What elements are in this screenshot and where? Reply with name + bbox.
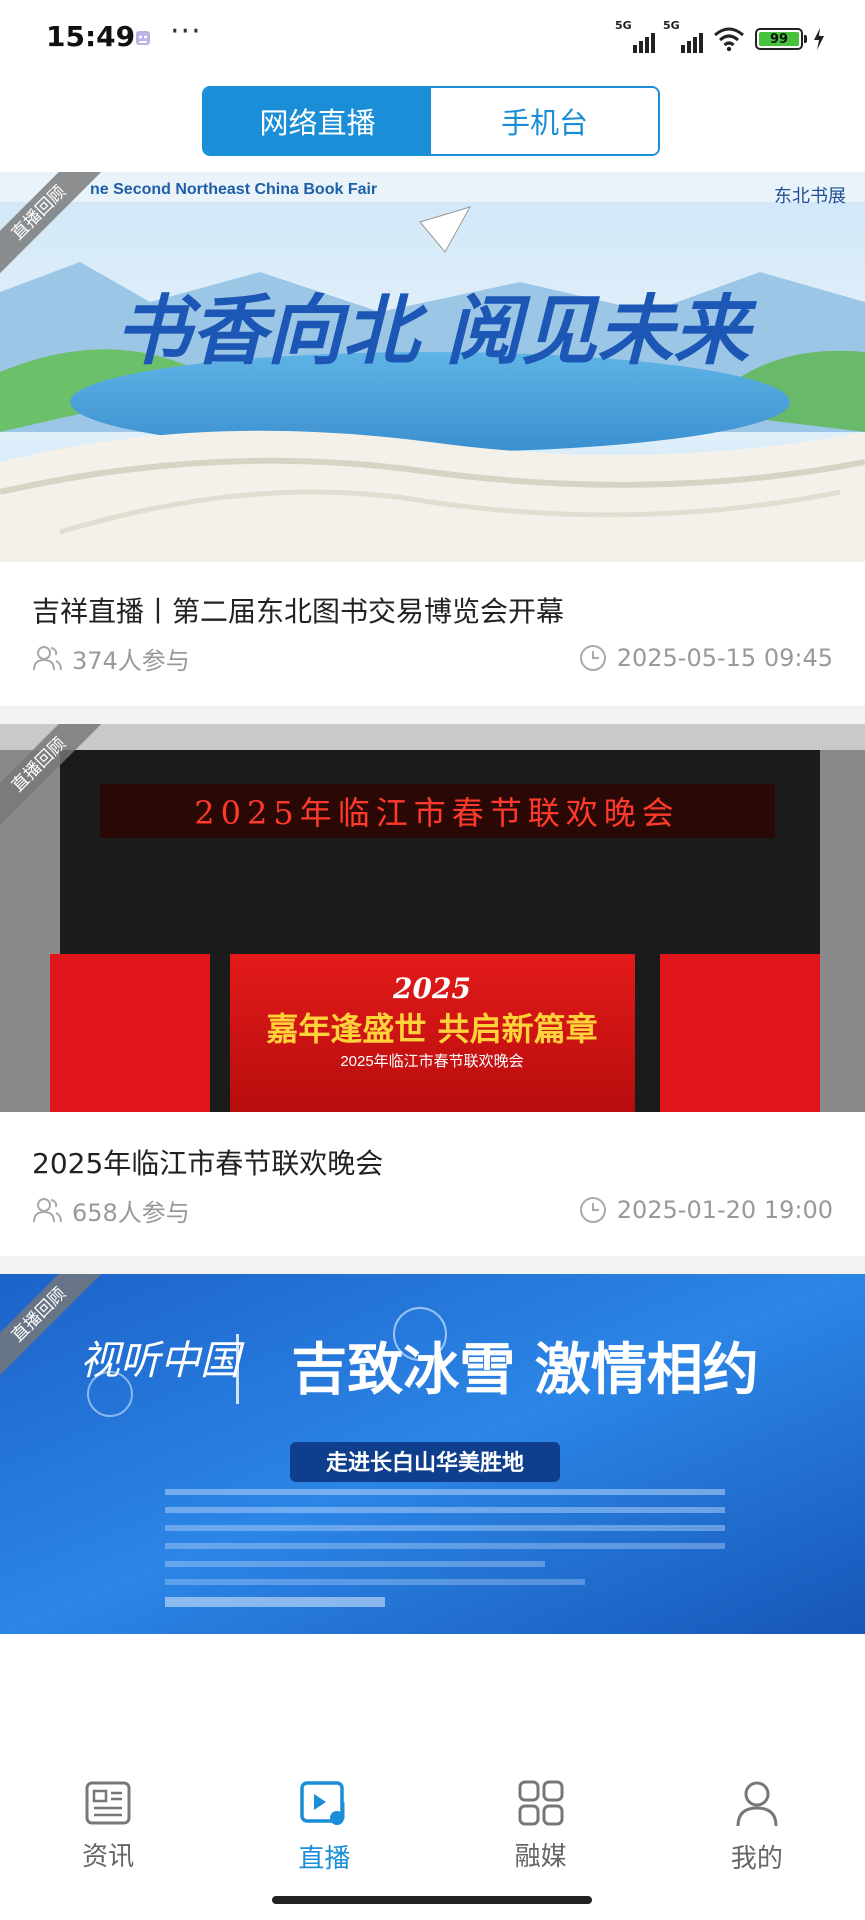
nav-media[interactable]: 融媒 xyxy=(433,1752,649,1892)
card-meta: 658人参与 2025-01-20 19:00 xyxy=(32,1192,833,1228)
banner-slogan: 书香向北 阅见未来 xyxy=(115,286,757,375)
status-bar: 15:49 ··· 5G 5G 99 xyxy=(0,0,865,78)
banner-image[interactable]: 2025年临江市春节联欢晚会 2025 嘉年逢盛世 共启新篇章 2025年临江市… xyxy=(0,724,865,1112)
banner-subtitle: 走进长白山华美胜地 xyxy=(326,1450,524,1476)
card-divider xyxy=(0,1256,865,1274)
tab-network-live[interactable]: 网络直播 xyxy=(204,88,431,154)
replay-badge: 直播回顾 xyxy=(0,724,120,844)
nav-label: 融媒 xyxy=(514,1842,567,1872)
nav-label: 资讯 xyxy=(82,1842,135,1872)
nav-profile[interactable]: 我的 xyxy=(649,1752,865,1892)
grid-icon xyxy=(518,1780,564,1826)
news-icon xyxy=(85,1781,131,1825)
banner-year: 2025 xyxy=(392,972,471,1005)
status-time: 15:49 xyxy=(46,20,136,53)
banner-marquee: 2025年临江市春节联欢晚会 xyxy=(194,794,679,832)
live-card[interactable]: ne Second Northeast China Book Fair 书香向北… xyxy=(0,172,865,702)
live-time: 2025-05-15 09:45 xyxy=(616,644,833,672)
banner-header-text: ne Second Northeast China Book Fair xyxy=(90,181,377,198)
card-divider xyxy=(0,706,865,724)
card-meta: 374人参与 2025-05-15 09:45 xyxy=(32,640,833,676)
banner-image[interactable]: 视听中国 吉致冰雪 激情相约 走进长白山华美胜地 xyxy=(0,1274,865,1634)
signal-icon: 5G xyxy=(615,19,655,53)
status-indicators: 5G 5G 99 xyxy=(615,19,825,56)
nav-label: 直播 xyxy=(298,1844,351,1874)
battery-level: 99 xyxy=(759,32,799,47)
network-type: 5G xyxy=(615,19,632,32)
app-notification-icon xyxy=(136,31,150,45)
live-icon xyxy=(300,1781,345,1825)
live-card[interactable]: 2025年临江市春节联欢晚会 2025 嘉年逢盛世 共启新篇章 2025年临江市… xyxy=(0,724,865,1252)
live-type-tabs: 网络直播 手机台 xyxy=(202,86,660,156)
more-notifications-icon: ··· xyxy=(170,14,202,49)
network-type: 5G xyxy=(663,19,680,32)
banner-subtitle: 2025年临江市春节联欢晚会 xyxy=(340,1053,523,1070)
charging-icon xyxy=(814,28,824,50)
participant-count: 374人参与 xyxy=(72,646,190,675)
live-time: 2025-01-20 19:00 xyxy=(616,1196,833,1224)
card-title[interactable]: 2025年临江市春节联欢晚会 xyxy=(32,1142,383,1182)
banner-slogan: 吉致冰雪 激情相约 xyxy=(291,1337,759,1403)
battery-icon: 99 xyxy=(755,28,807,50)
signal-icon: 5G xyxy=(663,19,703,53)
clock-icon xyxy=(579,645,606,671)
tab-mobile-station[interactable]: 手机台 xyxy=(431,88,658,154)
banner-image[interactable]: ne Second Northeast China Book Fair 书香向北… xyxy=(0,172,865,562)
replay-badge: 直播回顾 xyxy=(0,1274,120,1394)
banner-logo-text: 东北书展 xyxy=(774,186,846,207)
wifi-icon xyxy=(714,27,744,52)
nav-news[interactable]: 资讯 xyxy=(0,1752,216,1892)
participants-icon xyxy=(33,1198,62,1223)
participants-icon xyxy=(33,646,62,671)
bottom-nav: 资讯 直播 融媒 我的 xyxy=(0,1752,865,1892)
home-indicator[interactable] xyxy=(272,1896,592,1904)
banner-slogan: 嘉年逢盛世 共启新篇章 xyxy=(266,1010,597,1048)
replay-badge: 直播回顾 xyxy=(0,172,120,292)
profile-icon xyxy=(736,1781,778,1827)
card-title[interactable]: 吉祥直播丨第二届东北图书交易博览会开幕 xyxy=(32,590,564,630)
live-card[interactable]: 视听中国 吉致冰雪 激情相约 走进长白山华美胜地 直播回顾 xyxy=(0,1274,865,1634)
nav-live[interactable]: 直播 xyxy=(216,1752,432,1892)
nav-label: 我的 xyxy=(730,1844,783,1874)
participant-count: 658人参与 xyxy=(72,1198,190,1227)
clock-icon xyxy=(579,1197,606,1223)
